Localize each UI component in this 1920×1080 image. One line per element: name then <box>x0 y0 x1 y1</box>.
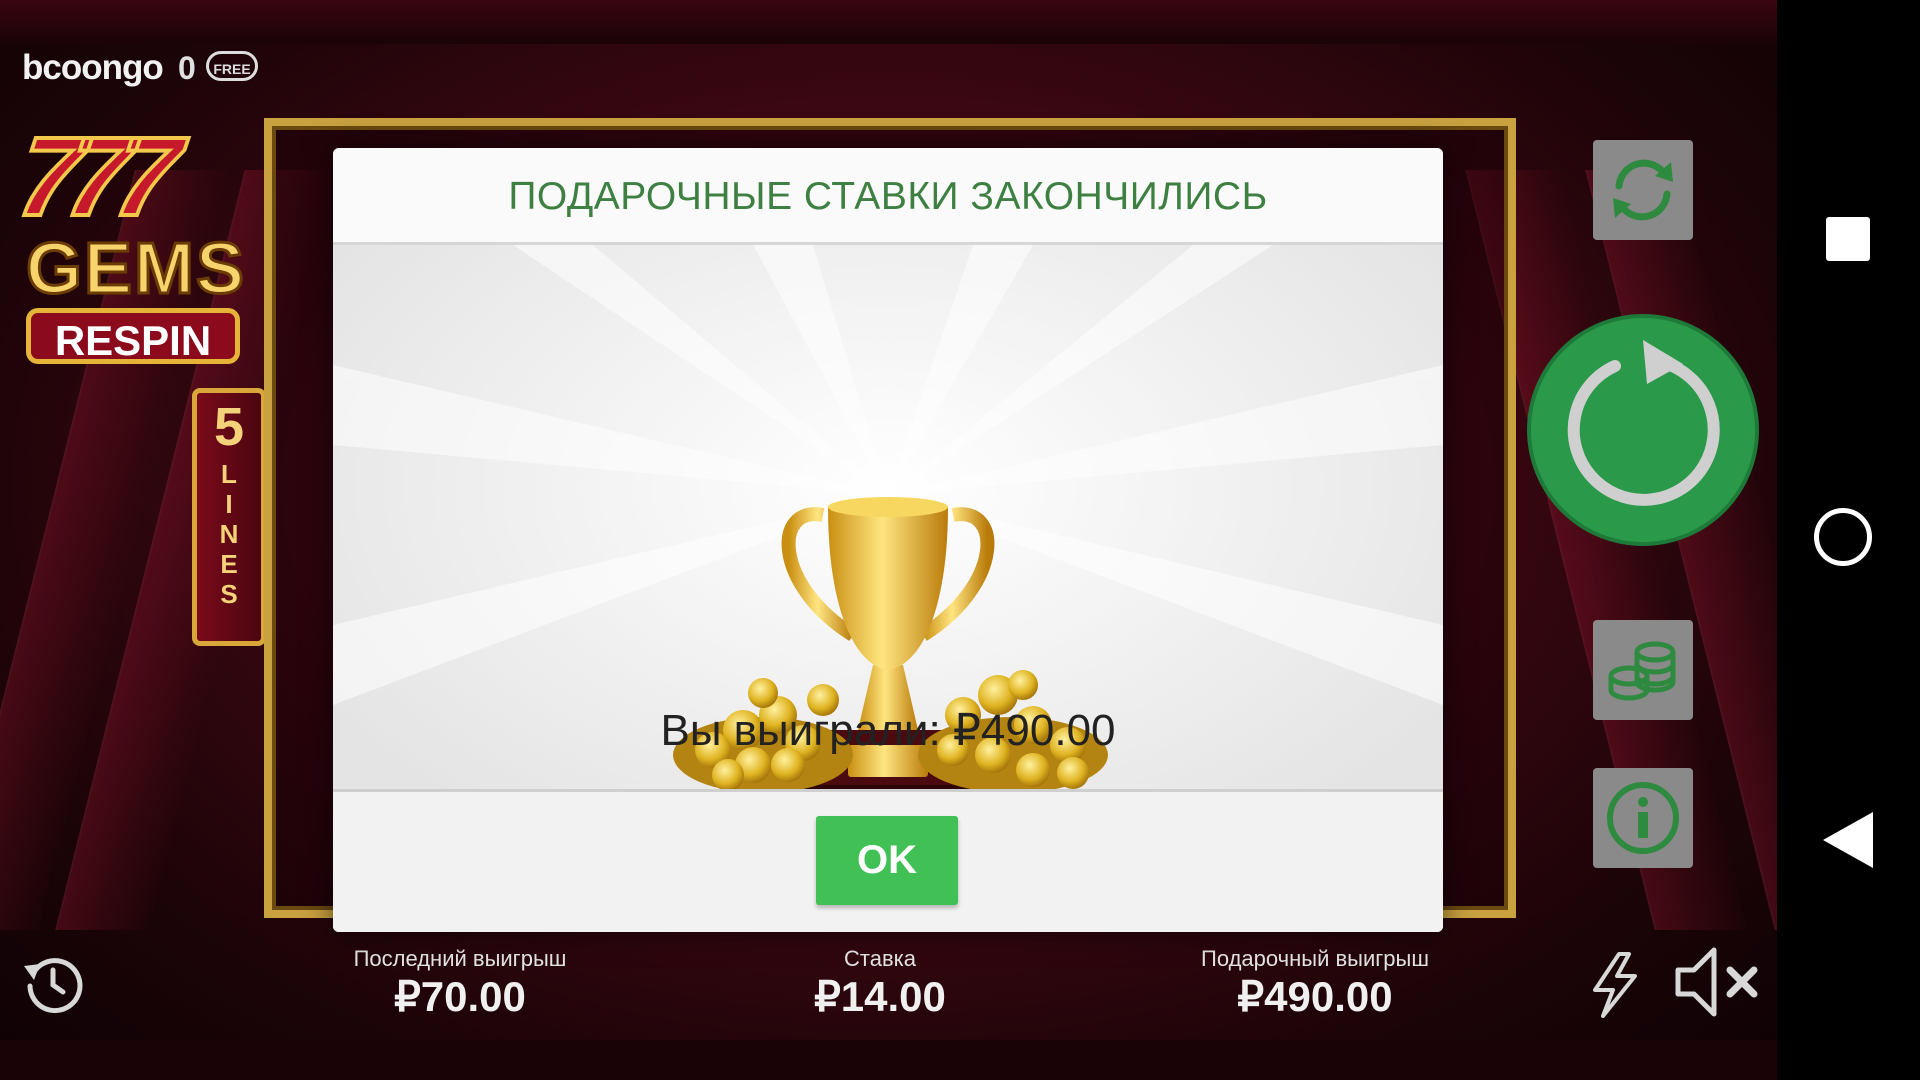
bet-label: Ставка <box>844 946 916 971</box>
gift-win-value: ₽490.00 <box>1237 973 1393 1020</box>
gift-bets-ended-dialog: ПОДАРОЧНЫЕ СТАВКИ ЗАКОНЧИЛИСЬ Вы выиграл… <box>333 148 1443 932</box>
lightning-icon[interactable] <box>1585 950 1645 1020</box>
free-badge: FREE <box>206 51 258 81</box>
last-win-stat: Последний выигрыш ₽70.00 <box>320 946 600 1021</box>
bet-button[interactable] <box>1593 620 1693 720</box>
dialog-header: ПОДАРОЧНЫЕ СТАВКИ ЗАКОНЧИЛИСЬ <box>333 148 1443 245</box>
lines-count: 5 <box>213 397 245 457</box>
lines-label: LINES <box>214 459 244 609</box>
info-icon <box>1607 782 1679 854</box>
game-logo-subtitle: RESPIN <box>26 308 240 364</box>
back-icon[interactable] <box>1823 812 1873 868</box>
top-bar <box>0 0 1777 44</box>
game-area: bcoongo 0 FREE 777 GEMS RESPIN 5 LINES П… <box>0 0 1867 1080</box>
free-bets-count: 0 <box>178 50 196 86</box>
bet-stat: Ставка ₽14.00 <box>750 946 1010 1021</box>
spin-button[interactable] <box>1531 318 1755 542</box>
screen: bcoongo 0 FREE 777 GEMS RESPIN 5 LINES П… <box>0 0 1920 1080</box>
gift-win-label: Подарочный выигрыш <box>1201 946 1429 971</box>
coins-icon <box>1608 641 1676 701</box>
gift-win-stat: Подарочный выигрыш ₽490.00 <box>1170 946 1460 1021</box>
game-logo-numbers: 777 <box>9 112 175 241</box>
refresh-icon <box>1613 159 1673 221</box>
history-icon[interactable] <box>20 950 86 1016</box>
last-win-value: ₽70.00 <box>394 973 526 1020</box>
bet-value: ₽14.00 <box>814 973 946 1020</box>
win-message: Вы выиграли: ₽490.00 <box>660 706 1116 755</box>
last-win-label: Последний выигрыш <box>353 946 567 971</box>
ok-button[interactable]: OK <box>816 816 958 905</box>
dialog-footer: OK <box>333 789 1443 932</box>
speaker-muted-icon[interactable] <box>1670 940 1770 1024</box>
lines-indicator: 5 LINES <box>192 388 266 646</box>
recent-apps-icon[interactable] <box>1826 217 1870 261</box>
brand-logo: bcoongo <box>22 48 164 87</box>
home-icon[interactable] <box>1814 508 1872 566</box>
game-logo-title: GEMS <box>24 228 247 311</box>
autoplay-button[interactable] <box>1593 140 1693 240</box>
info-button[interactable] <box>1593 768 1693 868</box>
bottom-bar <box>0 1040 1777 1080</box>
dialog-title: ПОДАРОЧНЫЕ СТАВКИ ЗАКОНЧИЛИСЬ <box>508 175 1268 218</box>
spin-arrow-icon <box>1567 340 1720 506</box>
